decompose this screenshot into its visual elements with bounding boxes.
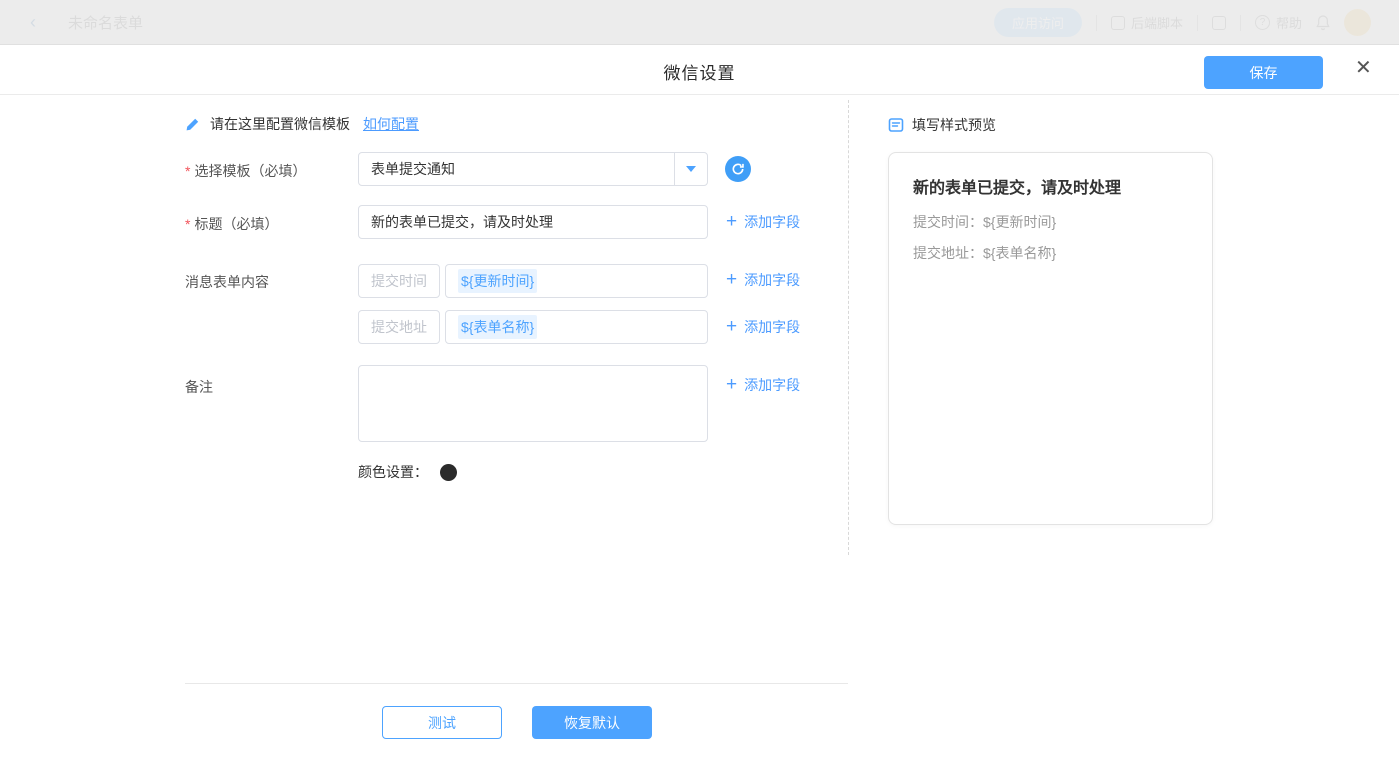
title-label: *标题（必填） <box>185 214 278 234</box>
how-to-configure-link[interactable]: 如何配置 <box>363 114 419 134</box>
plus-icon: + <box>726 215 737 229</box>
script-icon <box>1111 16 1125 30</box>
add-field-link-title[interactable]: + 添加字段 <box>726 212 800 232</box>
footer-divider <box>185 683 848 684</box>
template-select[interactable]: 表单提交通知 <box>358 152 708 186</box>
refresh-button[interactable] <box>725 156 751 182</box>
color-swatch[interactable] <box>440 464 457 481</box>
dialog-title: 微信设置 <box>0 59 1399 84</box>
preview-header: 填写样式预览 <box>888 115 996 135</box>
app-topbar: ‹ 未命名表单 应用访问 后端脚本 ? 帮助 <box>0 0 1399 45</box>
content-key-placeholder-1: 提交时间 <box>371 271 427 291</box>
plus-icon: + <box>726 378 737 392</box>
save-button[interactable]: 保存 <box>1204 56 1323 89</box>
required-mark: * <box>185 216 190 232</box>
config-hint-text: 请在这里配置微信模板 <box>210 114 350 134</box>
title-input[interactable]: 新的表单已提交，请及时处理 <box>358 205 708 239</box>
document-icon <box>888 117 904 133</box>
color-setting-row: 颜色设置： <box>358 462 457 482</box>
preview-line: 提交时间：${更新时间} <box>913 212 1188 232</box>
help-button[interactable]: ? 帮助 <box>1255 13 1302 32</box>
title-input-value: 新的表单已提交，请及时处理 <box>371 212 553 232</box>
app-grid-icon[interactable] <box>1212 16 1226 30</box>
refresh-icon <box>731 162 745 176</box>
content-value-input-1[interactable]: ${更新时间} <box>445 264 708 298</box>
restore-default-button[interactable]: 恢复默认 <box>532 706 652 739</box>
pencil-icon <box>185 116 201 132</box>
app-access-button[interactable]: 应用访问 <box>994 8 1082 37</box>
help-label: 帮助 <box>1276 13 1302 32</box>
preview-line: 提交地址：${表单名称} <box>913 243 1188 263</box>
preview-card-title: 新的表单已提交，请及时处理 <box>913 174 1188 198</box>
field-token: ${更新时间} <box>458 269 537 293</box>
add-field-link-row-1[interactable]: + 添加字段 <box>726 270 800 290</box>
test-button[interactable]: 测试 <box>382 706 502 739</box>
field-token: ${表单名称} <box>458 315 537 339</box>
color-setting-label: 颜色设置： <box>358 462 428 482</box>
backend-script-label: 后端脚本 <box>1131 13 1183 32</box>
avatar[interactable] <box>1344 9 1371 36</box>
divider <box>1240 15 1241 31</box>
plus-icon: + <box>726 320 737 334</box>
content-value-input-2[interactable]: ${表单名称} <box>445 310 708 344</box>
remark-label: 备注 <box>185 377 213 397</box>
divider <box>1096 15 1097 31</box>
close-icon[interactable]: ✕ <box>1355 58 1372 78</box>
template-select-value: 表单提交通知 <box>359 159 674 179</box>
divider <box>1197 15 1198 31</box>
dialog-header: 微信设置 保存 ✕ <box>0 45 1399 95</box>
form-name-title: 未命名表单 <box>68 12 143 33</box>
plus-icon: + <box>726 273 737 287</box>
backend-script-button[interactable]: 后端脚本 <box>1111 13 1183 32</box>
content-key-input-2[interactable]: 提交地址 <box>358 310 440 344</box>
back-icon[interactable]: ‹ <box>30 12 36 33</box>
required-mark: * <box>185 163 190 179</box>
remark-textarea[interactable] <box>358 365 708 442</box>
chevron-down-icon[interactable] <box>674 153 707 185</box>
config-hint-row: 请在这里配置微信模板 如何配置 <box>185 114 419 134</box>
preview-header-label: 填写样式预览 <box>912 115 996 135</box>
question-icon: ? <box>1255 15 1270 30</box>
bell-icon[interactable] <box>1316 15 1330 31</box>
vertical-divider <box>848 100 849 555</box>
content-key-input-1[interactable]: 提交时间 <box>358 264 440 298</box>
add-field-link-remark[interactable]: + 添加字段 <box>726 375 800 395</box>
content-key-placeholder-2: 提交地址 <box>371 317 427 337</box>
content-label: 消息表单内容 <box>185 272 269 292</box>
template-label: *选择模板（必填） <box>185 161 306 181</box>
preview-card: 新的表单已提交，请及时处理 提交时间：${更新时间} 提交地址：${表单名称} <box>888 152 1213 525</box>
add-field-link-row-2[interactable]: + 添加字段 <box>726 317 800 337</box>
wechat-settings-dialog: ‹ 未命名表单 应用访问 后端脚本 ? 帮助 <box>0 0 1399 764</box>
